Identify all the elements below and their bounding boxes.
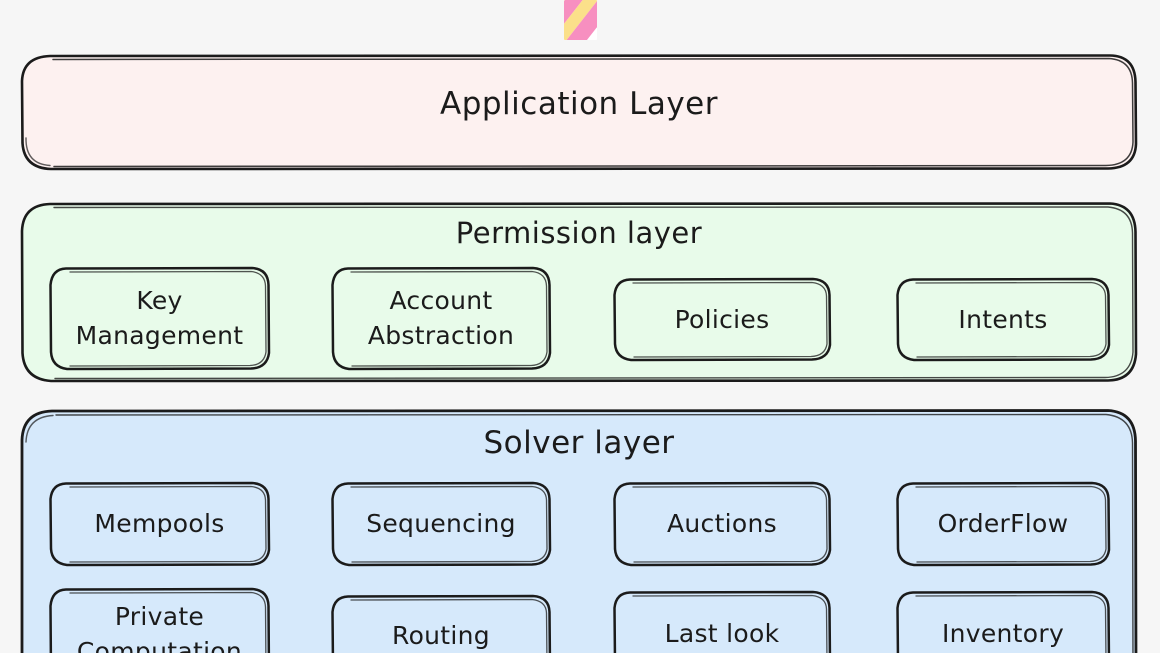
node-label-line1: Intents bbox=[958, 305, 1048, 334]
node-sequencing[interactable]: Sequencing bbox=[330, 481, 552, 567]
layer-application[interactable]: Application Layer bbox=[20, 54, 1138, 171]
node-label-line1: Auctions bbox=[666, 509, 777, 538]
node-last-look[interactable]: Last look bbox=[612, 590, 832, 653]
node-label-line2: Abstraction bbox=[367, 321, 515, 350]
node-label-line1: OrderFlow bbox=[937, 509, 1069, 538]
diagram-canvas: Application Layer Permission layer Key M… bbox=[0, 0, 1160, 653]
node-label-line1: Mempools bbox=[94, 509, 225, 538]
node-label-line1: Sequencing bbox=[366, 509, 516, 538]
node-label-line1: Key bbox=[136, 286, 183, 315]
node-key-management[interactable]: Key Management bbox=[48, 266, 271, 371]
node-intents[interactable]: Intents bbox=[895, 277, 1111, 362]
node-label-line1: Routing bbox=[392, 621, 490, 650]
node-label-line2: Management bbox=[75, 321, 244, 350]
node-mempools[interactable]: Mempools bbox=[48, 481, 271, 567]
node-auctions[interactable]: Auctions bbox=[612, 481, 832, 567]
striped-logo-mark bbox=[557, 0, 605, 42]
node-label-line1: Policies bbox=[674, 305, 770, 334]
node-orderflow[interactable]: OrderFlow bbox=[895, 481, 1111, 567]
node-label-line1: Last look bbox=[664, 619, 780, 648]
layer-title-application: Application Layer bbox=[440, 86, 718, 122]
node-routing[interactable]: Routing bbox=[330, 594, 552, 653]
layer-title-permission: Permission layer bbox=[455, 216, 703, 250]
node-private-computation[interactable]: Private Computation bbox=[48, 587, 271, 653]
node-label-line1: Inventory bbox=[941, 619, 1065, 648]
node-label-line1: Private bbox=[114, 602, 205, 631]
node-label-line1: Account bbox=[389, 286, 493, 315]
node-policies[interactable]: Policies bbox=[612, 277, 832, 362]
node-account-abstraction[interactable]: Account Abstraction bbox=[330, 266, 552, 371]
layer-title-solver: Solver layer bbox=[483, 425, 675, 461]
node-inventory[interactable]: Inventory bbox=[895, 590, 1111, 653]
node-label-line2: Computation bbox=[76, 637, 243, 653]
